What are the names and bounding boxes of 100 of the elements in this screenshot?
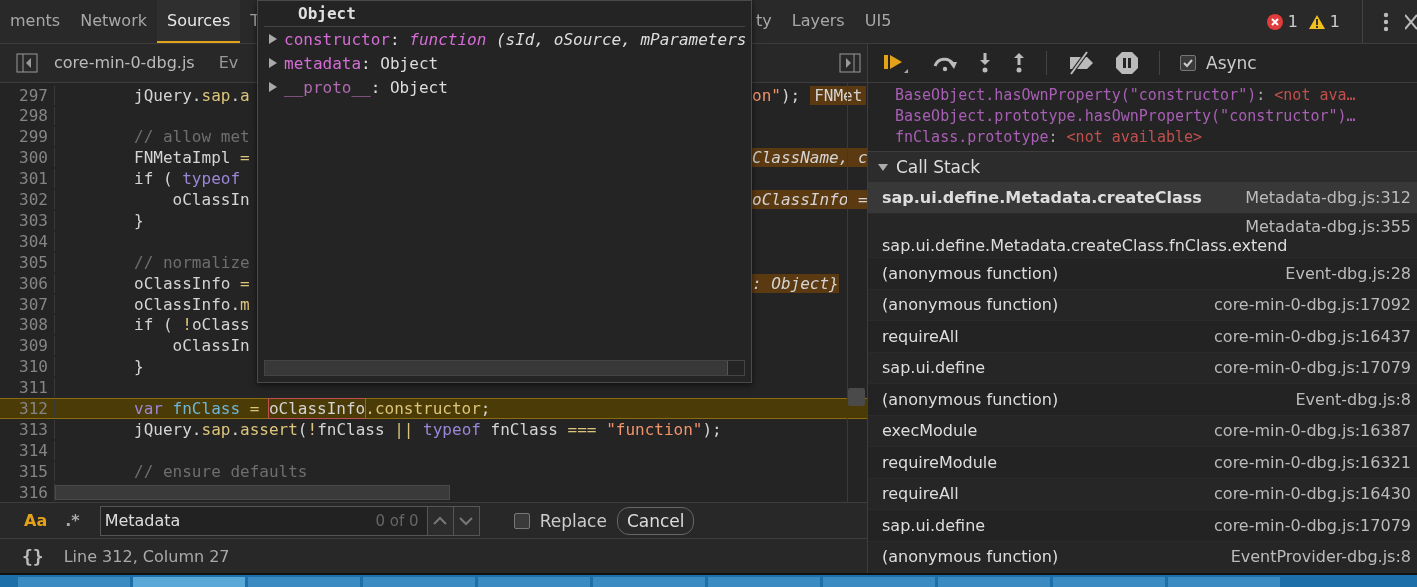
- frame-location: EventProvider-dbg.js:8: [1230, 547, 1411, 567]
- file-tab[interactable]: core-min-0-dbg.js: [42, 53, 207, 73]
- file-tab[interactable]: Ev: [206, 53, 251, 73]
- line-number: 307: [0, 294, 55, 314]
- frame-location: core-min-0-dbg.js:16321: [1214, 452, 1411, 472]
- close-icon[interactable]: [1405, 13, 1417, 30]
- warning-counter[interactable]: 1: [1307, 0, 1340, 43]
- code-text: var fnClass = oClassInfo.constructor;: [133, 398, 491, 418]
- line-number: 299: [0, 127, 55, 147]
- inline-value: FNMet: [810, 85, 867, 105]
- horizontal-scrollbar[interactable]: [55, 485, 450, 501]
- line-number: 302: [0, 190, 55, 209]
- line-number: 298: [0, 106, 55, 126]
- code-text: oClassInfo =: [752, 190, 868, 210]
- code-text: oClassInfo.m: [133, 294, 250, 314]
- frame-name: execModule: [882, 421, 978, 441]
- frame-location: Event-dbg.js:8: [1295, 389, 1411, 409]
- regex-toggle[interactable]: .*: [61, 511, 84, 531]
- cursor-position: Line 312, Column 27: [63, 546, 230, 566]
- panel-tab[interactable]: Layers: [781, 0, 855, 43]
- code-text: // allow met: [133, 127, 250, 147]
- code-text: ClassName, c: [752, 148, 868, 168]
- frame-name: sap.ui.define.Metadata.createClass.fnClass.extend: [882, 235, 1288, 255]
- pause-on-exceptions-icon[interactable]: [1115, 51, 1139, 76]
- frame-location: core-min-0-dbg.js:17079: [1214, 515, 1411, 535]
- popover-scrollbar[interactable]: [264, 360, 745, 376]
- line-number: 305: [0, 252, 55, 272]
- error-icon: [1265, 12, 1284, 31]
- line-number: 300: [0, 148, 55, 168]
- line-number: 313: [0, 419, 55, 439]
- frame-location: core-min-0-dbg.js:16430: [1214, 484, 1411, 504]
- sidebar-toggle-icon[interactable]: [16, 52, 38, 73]
- code-text: oClassIn: [171, 336, 250, 356]
- code-text: if ( !oClass: [133, 315, 250, 335]
- code-text: // ensure defaults: [133, 461, 308, 481]
- property-text[interactable]: constructor: function (sId, oSource, mParameters: [284, 29, 747, 49]
- line-number: 303: [0, 211, 55, 230]
- async-checkbox[interactable]: [1180, 55, 1196, 72]
- line-number: 301: [0, 169, 55, 189]
- frame-location: Metadata-dbg.js:312: [1245, 187, 1411, 207]
- expand-triangle-icon[interactable]: [268, 58, 278, 68]
- watch-expression: fnClass.prototype: <not available>: [895, 127, 1203, 148]
- frame-name: requireAll: [882, 326, 959, 346]
- line-number: 315: [0, 461, 55, 481]
- replace-label: Replace: [539, 510, 607, 531]
- line-number: 304: [0, 231, 55, 251]
- match-count: 0 of 0: [375, 511, 420, 530]
- deactivate-breakpoints-icon[interactable]: [1067, 51, 1095, 76]
- match-case-toggle[interactable]: Aa: [20, 511, 52, 531]
- panel-tab[interactable]: Network: [70, 0, 157, 43]
- line-number: 309: [0, 336, 55, 356]
- warning-icon: [1307, 13, 1326, 30]
- replace-checkbox[interactable]: [513, 512, 530, 529]
- frame-name: sap.ui.define: [882, 515, 986, 535]
- panel-tab[interactable]: ments: [0, 0, 71, 43]
- line-number: 310: [0, 357, 55, 377]
- frame-name: (anonymous function): [882, 547, 1059, 567]
- code-text: // normalize: [133, 252, 250, 272]
- watch-expression: BaseObject.prototype.hasOwnProperty("constructor")…: [895, 106, 1356, 127]
- frame-location: Metadata-dbg.js:355: [1245, 216, 1411, 236]
- expand-triangle-icon[interactable]: [268, 82, 278, 92]
- chevron-down-icon[interactable]: [459, 515, 474, 526]
- frame-location: Event-dbg.js:28: [1285, 263, 1411, 283]
- panel-tab[interactable]: UI5: [854, 0, 902, 43]
- pretty-print-button[interactable]: {}: [22, 545, 44, 567]
- disclosure-triangle-icon[interactable]: [878, 162, 888, 173]
- frame-name: (anonymous function): [882, 389, 1059, 409]
- call-frame[interactable]: sap.ui.define.Metadata.createClass Metadata-dbg.js:312: [868, 182, 1417, 214]
- frame-name: (anonymous function): [882, 263, 1059, 283]
- code-text: }: [133, 210, 144, 230]
- chevron-up-icon[interactable]: [433, 515, 448, 526]
- property-text[interactable]: metadata: Object: [284, 53, 439, 73]
- frame-location: core-min-0-dbg.js:17079: [1214, 358, 1411, 378]
- line-number: 314: [0, 440, 55, 460]
- frame-name: sap.ui.define: [882, 358, 986, 378]
- debugger-toggle-icon[interactable]: [839, 52, 861, 73]
- frame-location: core-min-0-dbg.js:16387: [1214, 421, 1411, 441]
- expand-triangle-icon[interactable]: [268, 34, 278, 44]
- property-text[interactable]: __proto__: Object: [284, 77, 448, 97]
- frame-name: (anonymous function): [882, 295, 1059, 315]
- line-number: 311: [0, 378, 55, 397]
- step-into-icon[interactable]: [978, 52, 992, 75]
- error-counter[interactable]: 1: [1265, 0, 1298, 43]
- more-options-icon[interactable]: [1383, 11, 1389, 32]
- call-stack-header[interactable]: Call Stack: [868, 152, 1417, 183]
- panel-tab[interactable]: Sources: [157, 0, 241, 43]
- code-text: jQuery.sap.a: [133, 85, 250, 105]
- code-text: FNMetaImpl =: [133, 148, 250, 168]
- code-text: : Object}: [752, 273, 839, 293]
- step-out-icon[interactable]: [1012, 52, 1026, 75]
- line-number: 308: [0, 315, 55, 335]
- cancel-button[interactable]: Cancel: [616, 506, 695, 535]
- line-number: 312: [0, 399, 55, 418]
- code-text: }: [133, 357, 144, 377]
- frame-name: sap.ui.define.Metadata.createClass: [882, 187, 1202, 207]
- frame-location: core-min-0-dbg.js:16437: [1214, 326, 1411, 346]
- code-text: if ( typeof: [133, 169, 241, 189]
- code-text: oClassInfo =: [133, 273, 250, 293]
- line-number: 306: [0, 273, 55, 293]
- code-text: oClassIn: [171, 190, 250, 210]
